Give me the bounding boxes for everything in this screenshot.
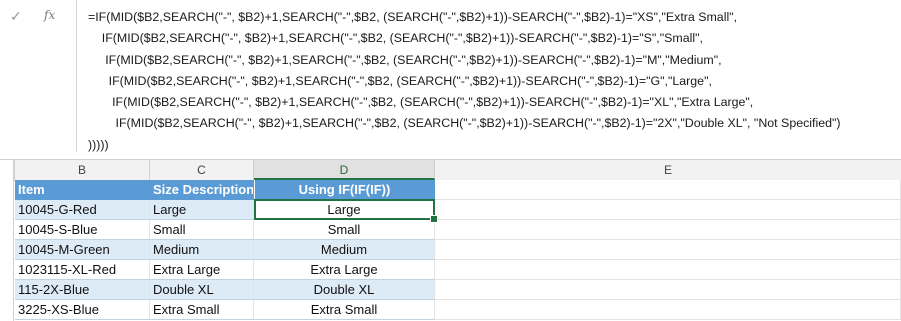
item-cell[interactable]: 10045-S-Blue bbox=[15, 220, 150, 240]
size-cell[interactable]: Medium bbox=[150, 240, 254, 260]
item-cell[interactable]: 115-2X-Blue bbox=[15, 280, 150, 300]
item-cell[interactable]: 3225-XS-Blue bbox=[15, 300, 150, 320]
result-cell[interactable]: Extra Small bbox=[254, 300, 435, 320]
empty-cell[interactable] bbox=[435, 220, 901, 240]
item-cell[interactable]: 1023115-XL-Red bbox=[15, 260, 150, 280]
result-cell[interactable]: Small bbox=[254, 220, 435, 240]
size-cell[interactable]: Extra Small bbox=[150, 300, 254, 320]
table-row: 10045-M-Green Medium Medium bbox=[0, 240, 901, 260]
insert-function-button[interactable]: fx bbox=[44, 8, 55, 22]
row-header-strip bbox=[0, 160, 14, 321]
formula-input[interactable]: =IF(MID($B2,SEARCH("-", $B2)+1,SEARCH("-… bbox=[88, 7, 895, 156]
table-row: 3225-XS-Blue Extra Small Extra Small bbox=[0, 300, 901, 320]
empty-cell[interactable] bbox=[435, 280, 901, 300]
table-row: 1023115-XL-Red Extra Large Extra Large bbox=[0, 260, 901, 280]
formula-bar-divider bbox=[76, 0, 77, 152]
result-cell[interactable]: Medium bbox=[254, 240, 435, 260]
header-item[interactable]: Item bbox=[15, 180, 150, 200]
table-row: 10045-S-Blue Small Small bbox=[0, 220, 901, 240]
column-header-row: B C D E bbox=[0, 160, 901, 181]
header-using-if[interactable]: Using IF(IF(IF)) bbox=[254, 180, 435, 200]
empty-cell[interactable] bbox=[435, 180, 901, 200]
result-cell[interactable]: Double XL bbox=[254, 280, 435, 300]
size-cell[interactable]: Extra Large bbox=[150, 260, 254, 280]
empty-cell[interactable] bbox=[435, 200, 901, 220]
check-icon[interactable]: ✓ bbox=[10, 8, 22, 25]
formula-bar-buttons: ✓ fx bbox=[0, 0, 78, 34]
table-header-row: Item Size Description Using IF(IF(IF)) bbox=[0, 180, 901, 200]
fill-handle[interactable] bbox=[430, 215, 438, 223]
table-row: 10045-G-Red Large Large bbox=[0, 200, 901, 220]
item-cell[interactable]: 10045-G-Red bbox=[15, 200, 150, 220]
size-cell[interactable]: Small bbox=[150, 220, 254, 240]
column-header-e[interactable]: E bbox=[435, 160, 901, 180]
empty-cell[interactable] bbox=[435, 240, 901, 260]
size-cell[interactable]: Double XL bbox=[150, 280, 254, 300]
table-row: 115-2X-Blue Double XL Double XL bbox=[0, 280, 901, 300]
size-cell[interactable]: Large bbox=[150, 200, 254, 220]
column-header-d[interactable]: D bbox=[254, 160, 435, 180]
header-size-description[interactable]: Size Description bbox=[150, 180, 254, 200]
item-cell[interactable]: 10045-M-Green bbox=[15, 240, 150, 260]
column-header-c[interactable]: C bbox=[150, 160, 254, 180]
formula-bar-bottom-edge bbox=[0, 152, 901, 160]
column-header-b[interactable]: B bbox=[15, 160, 150, 180]
empty-cell[interactable] bbox=[435, 260, 901, 280]
empty-cell[interactable] bbox=[435, 300, 901, 320]
formula-bar: ✓ fx =IF(MID($B2,SEARCH("-", $B2)+1,SEAR… bbox=[0, 0, 901, 152]
result-cell[interactable]: Extra Large bbox=[254, 260, 435, 280]
result-cell[interactable]: Large bbox=[254, 200, 435, 220]
